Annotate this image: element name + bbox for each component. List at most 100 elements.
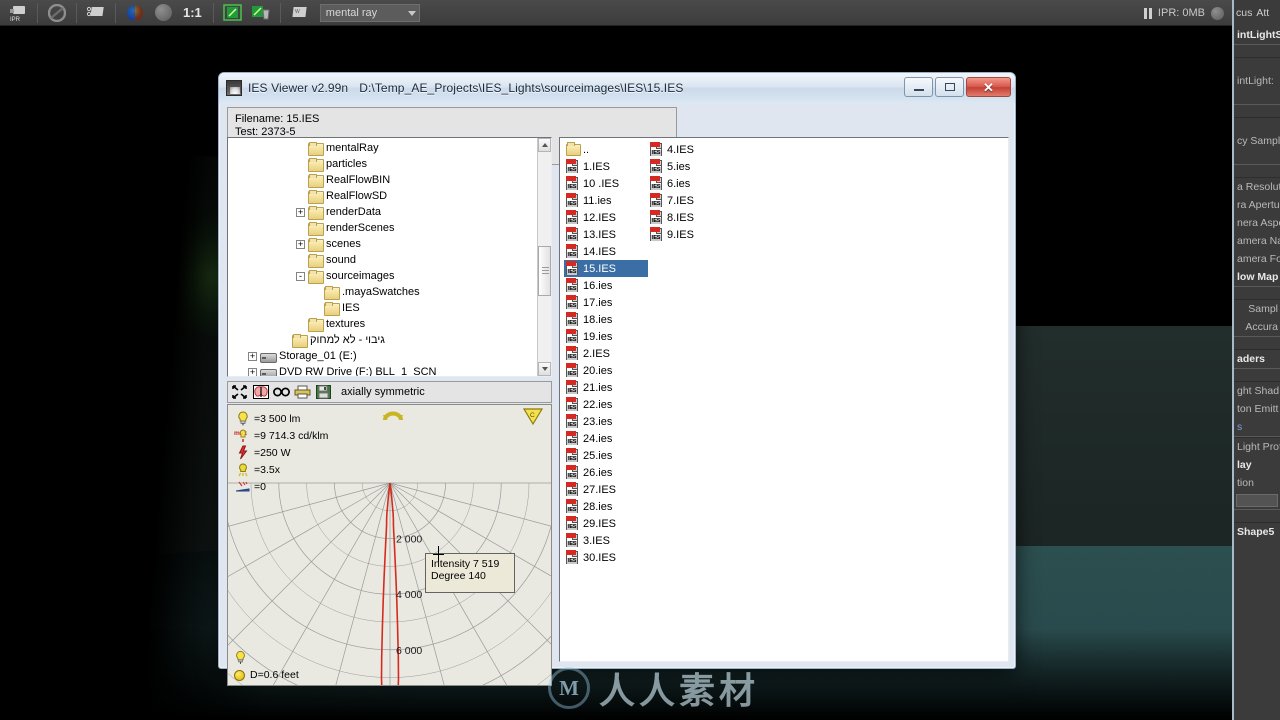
- collapse-icon[interactable]: -: [296, 271, 305, 281]
- tree-scroll-down-button[interactable]: [538, 362, 551, 376]
- photometric-chart[interactable]: =3 500 lm max =9 714.3 cd/klm: [227, 404, 552, 686]
- file-list-item[interactable]: IES 14.IES: [564, 243, 648, 260]
- tree-node[interactable]: + Storage_01 (E:): [228, 348, 537, 364]
- file-list-item[interactable]: IES..: [564, 141, 648, 158]
- attr-row-6[interactable]: amera Nan: [1234, 232, 1280, 250]
- file-list-item[interactable]: IES 5.ies: [648, 158, 732, 175]
- attr-row-7[interactable]: amera Foc: [1234, 250, 1280, 268]
- file-column-2[interactable]: IES 4.IES IES 5.ies IES 6.ies IES 7.IES IES 8.IES…: [648, 141, 732, 566]
- renderer-select[interactable]: mental ray: [319, 3, 420, 22]
- remove-image-icon[interactable]: [250, 3, 272, 23]
- file-list-item[interactable]: IES 13.IES: [564, 226, 648, 243]
- ies-viewer-window[interactable]: IES Viewer v2.99n D:\Temp_AE_Projects\IE…: [218, 72, 1016, 686]
- attr-row-8[interactable]: low Map: [1234, 268, 1280, 286]
- file-list-item[interactable]: IES 22.ies: [564, 396, 648, 413]
- tree-node[interactable]: + DVD RW Drive (F:) BLL_1_SCN: [228, 364, 537, 376]
- attr-row-18[interactable]: Shape5: [1234, 523, 1280, 541]
- attr-row-14[interactable]: s: [1234, 418, 1280, 436]
- file-list-item[interactable]: IES 28.ies: [564, 498, 648, 515]
- folder-tree-list[interactable]: mentalRay particles RealFlowBIN RealFlowSD +…: [228, 138, 537, 376]
- render-settings-icon[interactable]: [85, 3, 107, 23]
- butterfly-symmetry-icon[interactable]: [252, 384, 269, 400]
- ies-title-bar[interactable]: IES Viewer v2.99n D:\Temp_AE_Projects\IE…: [219, 73, 1015, 103]
- attr-row-12[interactable]: ght Shad: [1234, 382, 1280, 400]
- expand-icon[interactable]: +: [248, 367, 257, 376]
- print-icon[interactable]: [294, 384, 311, 400]
- tree-node[interactable]: sound: [228, 252, 537, 268]
- tree-node[interactable]: + renderData: [228, 204, 537, 220]
- tree-scroll-thumb[interactable]: [538, 246, 551, 296]
- tree-node[interactable]: RealFlowBIN: [228, 172, 537, 188]
- tree-node[interactable]: גיבוי - לא למחוק: [228, 332, 537, 348]
- file-list-item[interactable]: IES 12.IES: [564, 209, 648, 226]
- attr-row-13[interactable]: ton Emitt: [1234, 400, 1280, 418]
- file-list-item[interactable]: IES 7.IES: [648, 192, 732, 209]
- minimize-button[interactable]: [904, 77, 933, 97]
- file-column-1[interactable]: IES..IES1.IESIES10 .IESIES11.iesIES12.IE…: [564, 141, 648, 566]
- folder-tree-panel[interactable]: mentalRay particles RealFlowBIN RealFlowSD +…: [227, 137, 552, 377]
- attr-row-11[interactable]: aders: [1234, 350, 1280, 368]
- file-list-item[interactable]: IES 18.ies: [564, 311, 648, 328]
- tree-node[interactable]: + scenes: [228, 236, 537, 252]
- app-toolbar[interactable]: IPR 1:1 W mental ray IPR: 0MB: [0, 0, 1280, 26]
- chart-toolbar[interactable]: axially symmetric: [227, 381, 552, 403]
- attr-row-15[interactable]: Light Profi: [1234, 438, 1280, 456]
- file-list-item[interactable]: IES 23.ies: [564, 413, 648, 430]
- c-plane-marker-icon[interactable]: C: [522, 408, 544, 429]
- tree-scroll-up-button[interactable]: [538, 138, 551, 152]
- attr-row-16[interactable]: lay: [1234, 456, 1280, 474]
- file-list-item[interactable]: IES 16.ies: [564, 277, 648, 294]
- tree-node[interactable]: - sourceimages: [228, 268, 537, 284]
- file-list-item[interactable]: IES 17.ies: [564, 294, 648, 311]
- tree-node[interactable]: textures: [228, 316, 537, 332]
- file-list-item[interactable]: IES 6.ies: [648, 175, 732, 192]
- expand-icon[interactable]: +: [296, 239, 305, 249]
- tree-node[interactable]: mentalRay: [228, 140, 537, 156]
- attribute-panel-tabs[interactable]: cus Att: [1232, 0, 1280, 26]
- tree-node[interactable]: RealFlowSD: [228, 188, 537, 204]
- tree-node[interactable]: renderScenes: [228, 220, 537, 236]
- expand-icon[interactable]: +: [296, 207, 305, 217]
- attr-row-5[interactable]: nera Aspe: [1234, 214, 1280, 232]
- file-list-item[interactable]: IES 20.ies: [564, 362, 648, 379]
- attr-text-input[interactable]: [1236, 494, 1278, 507]
- color-sphere-icon[interactable]: [124, 3, 146, 23]
- file-list-item[interactable]: IES 26.ies: [564, 464, 648, 481]
- file-list-item[interactable]: IES 29.IES: [564, 515, 648, 532]
- file-list-item[interactable]: IES 27.IES: [564, 481, 648, 498]
- render-sequence-icon[interactable]: [46, 3, 68, 23]
- attr-row-3[interactable]: a Resoluti: [1234, 178, 1280, 196]
- expand-icon[interactable]: +: [248, 351, 257, 361]
- file-list-item[interactable]: IES 2.IES: [564, 345, 648, 362]
- file-list-item[interactable]: IES 24.ies: [564, 430, 648, 447]
- tab-attributes[interactable]: Att: [1256, 7, 1269, 19]
- file-list-item[interactable]: IES 30.IES: [564, 549, 648, 566]
- file-list-item[interactable]: IES 19.ies: [564, 328, 648, 345]
- tree-node[interactable]: .mayaSwatches: [228, 284, 537, 300]
- maximize-button[interactable]: [935, 77, 964, 97]
- close-button[interactable]: ✕: [966, 77, 1011, 97]
- binocular-icon[interactable]: [273, 384, 290, 400]
- save-icon[interactable]: [315, 384, 332, 400]
- tree-node[interactable]: particles: [228, 156, 537, 172]
- attr-row-17[interactable]: tion: [1234, 474, 1280, 492]
- file-list-item[interactable]: IES 15.IES: [564, 260, 648, 277]
- ipr-render-icon[interactable]: IPR: [7, 3, 29, 23]
- rotate-icon[interactable]: [380, 407, 406, 432]
- file-list-item[interactable]: IES 10 .IES: [564, 175, 648, 192]
- file-list-item[interactable]: IES 11.ies: [564, 192, 648, 209]
- file-list-panel[interactable]: IES..IES1.IESIES10 .IESIES11.iesIES12.IE…: [559, 137, 1009, 662]
- attr-row-4[interactable]: ra Apertu: [1234, 196, 1280, 214]
- pause-icon[interactable]: [1143, 7, 1152, 19]
- file-list-item[interactable]: IES 21.ies: [564, 379, 648, 396]
- fullscreen-icon[interactable]: [231, 384, 248, 400]
- attribute-editor-panel[interactable]: intLightSh intLight: cy Sample a Resolut…: [1232, 26, 1280, 720]
- file-list-item[interactable]: IES 25.ies: [564, 447, 648, 464]
- render-region-icon[interactable]: W: [289, 3, 311, 23]
- window-controls[interactable]: ✕: [904, 77, 1011, 97]
- tree-scrollbar[interactable]: [537, 138, 551, 376]
- file-list-item[interactable]: IES 1.IES: [564, 158, 648, 175]
- keep-image-icon[interactable]: [222, 3, 244, 23]
- file-list-item[interactable]: IES 8.IES: [648, 209, 732, 226]
- file-list-item[interactable]: IES 4.IES: [648, 141, 732, 158]
